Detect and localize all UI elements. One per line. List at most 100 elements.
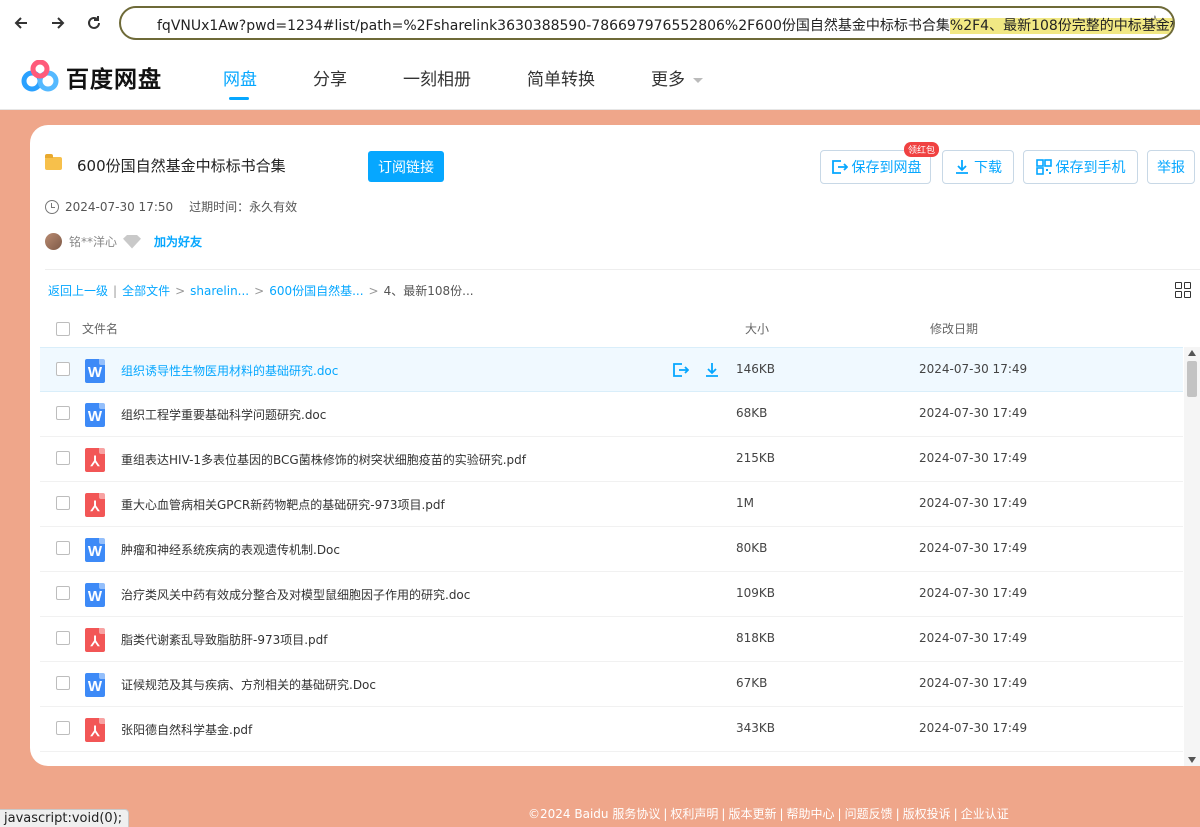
folder-icon (45, 154, 62, 170)
vip-icon (123, 234, 142, 249)
file-name[interactable]: 肿瘤和神经系统疾病的表观遗传机制.Doc (121, 541, 340, 558)
table-row[interactable]: ⅄ 重组表达HIV-1多表位基因的BCG菌株修饰的树突状细胞疫苗的实验研究.pdf… (40, 437, 1183, 482)
table-row[interactable]: ⅄ 重大心血管病相关GPCR新药物靶点的基础研究-973项目.pdf 1M 2024-… (40, 482, 1183, 527)
row-checkbox[interactable] (56, 631, 70, 645)
chevron-down-icon (693, 77, 703, 83)
nav-item-convert[interactable]: 简单转换 (527, 65, 595, 90)
footer-separator: | (837, 807, 842, 821)
download-button[interactable]: 下载 (942, 150, 1014, 184)
file-name[interactable]: 证候规范及其与疾病、方剂相关的基础研究.Doc (121, 676, 376, 693)
status-bar: javascript:void(0); (0, 809, 130, 827)
download-icon (956, 160, 968, 174)
pdf-file-icon: ⅄ (85, 493, 105, 517)
file-date: 2024-07-30 17:49 (919, 406, 1028, 420)
avatar[interactable] (45, 233, 62, 250)
scrollbar[interactable] (1184, 347, 1200, 766)
footer-separator: | (779, 807, 784, 821)
url-highlight: %2F4、最新108份完整的中标基金标书 (949, 18, 1173, 34)
address-bar[interactable]: fqVNUx1Aw?pwd=1234#list/path=%2Fsharelin… (119, 6, 1175, 40)
footer-link[interactable]: 帮助中心 (787, 807, 835, 821)
breadcrumb-all-files[interactable]: 全部文件 (122, 282, 170, 299)
row-checkbox[interactable] (56, 676, 70, 690)
footer-link[interactable]: 权利声明 (670, 807, 718, 821)
pdf-file-icon: ⅄ (85, 628, 105, 652)
table-row[interactable]: W 肿瘤和神经系统疾病的表观遗传机制.Doc 80KB 2024-07-30 17:4… (40, 527, 1183, 572)
file-name[interactable]: 脂类代谢紊乱导致脂肪肝-973项目.pdf (121, 631, 328, 648)
nav-item-more[interactable]: 更多 (651, 65, 703, 90)
column-header-date[interactable]: 修改日期 (930, 320, 978, 337)
file-name[interactable]: 治疗类风关中药有效成分整合及对模型鼠细胞因子作用的研究.doc (121, 586, 470, 603)
file-name[interactable]: 组织工程学重要基础科学问题研究.doc (121, 406, 326, 423)
star-icon[interactable]: ☆ (1147, 12, 1163, 33)
url-text[interactable]: fqVNUx1Aw?pwd=1234#list/path=%2Fsharelin… (157, 15, 1173, 35)
column-header-name[interactable]: 文件名 (82, 320, 118, 337)
row-save-icon[interactable] (669, 360, 691, 380)
file-name[interactable]: 组织诱导性生物医用材料的基础研究.doc (121, 362, 338, 379)
breadcrumb-item-collection[interactable]: 600份国自然基... (269, 282, 363, 299)
file-name[interactable]: 张阳德自然科学基金.pdf (121, 721, 252, 738)
add-friend-link[interactable]: 加为好友 (154, 233, 202, 250)
share-created: 2024-07-30 17:50 (65, 199, 174, 214)
nav-item-share[interactable]: 分享 (313, 65, 347, 90)
file-date: 2024-07-30 17:49 (919, 631, 1028, 645)
nav-item-album[interactable]: 一刻相册 (403, 65, 471, 90)
subscribe-button[interactable]: 订阅链接 (368, 151, 444, 182)
scroll-down-icon[interactable] (1188, 757, 1196, 763)
save-to-phone-button[interactable]: 保存到手机 (1023, 150, 1138, 184)
table-row[interactable]: W 组织工程学重要基础科学问题研究.doc 68KB 2024-07-30 17:49 (40, 392, 1183, 437)
select-all-checkbox[interactable] (56, 322, 70, 336)
file-size: 343KB (736, 721, 776, 735)
row-checkbox[interactable] (56, 362, 70, 376)
table-row[interactable]: W 治疗类风关中药有效成分整合及对模型鼠细胞因子作用的研究.doc 109KB 202… (40, 572, 1183, 617)
sharer-info: 铭**洋心 加为好友 (45, 233, 202, 250)
footer-copyright: ©2024 Baidu (528, 807, 609, 821)
scroll-thumb[interactable] (1187, 361, 1197, 397)
forward-icon[interactable] (45, 10, 71, 36)
grid-view-icon[interactable] (1175, 282, 1191, 298)
sharer-name: 铭**洋心 (69, 235, 118, 249)
share-meta: 2024-07-30 17:50 过期时间：永久有效 (45, 198, 297, 215)
file-name[interactable]: 重组表达HIV-1多表位基因的BCG菌株修饰的树突状细胞疫苗的实验研究.pdf (121, 451, 526, 468)
word-file-icon: W (85, 538, 105, 562)
row-checkbox[interactable] (56, 721, 70, 735)
back-icon[interactable] (8, 10, 34, 36)
breadcrumb-arrow: > (368, 283, 379, 298)
footer-separator: | (953, 807, 958, 821)
file-date: 2024-07-30 17:49 (919, 496, 1028, 510)
baidu-pan-logo[interactable]: 百度网盘 (20, 60, 162, 94)
table-row[interactable]: ⅄ 张阳德自然科学基金.pdf 343KB 2024-07-30 17:49 (40, 707, 1183, 752)
footer-separator: | (895, 807, 900, 821)
footer-link[interactable]: 问题反馈 (845, 807, 893, 821)
file-size: 818KB (736, 631, 776, 645)
row-checkbox[interactable] (56, 586, 70, 600)
table-row[interactable]: W 组织诱导性生物医用材料的基础研究.doc 146KB 2024-07-30 17:… (40, 347, 1183, 392)
footer-separator: | (663, 807, 668, 821)
file-date: 2024-07-30 17:49 (919, 362, 1028, 376)
file-name[interactable]: 重大心血管病相关GPCR新药物靶点的基础研究-973项目.pdf (121, 496, 445, 513)
footer-link[interactable]: 版本更新 (728, 807, 776, 821)
nav-item-pan[interactable]: 网盘 (223, 65, 257, 100)
file-list: W 组织诱导性生物医用材料的基础研究.doc 146KB 2024-07-30 17:… (40, 347, 1183, 752)
scroll-up-icon[interactable] (1188, 350, 1196, 356)
footer-separator: | (721, 807, 726, 821)
divider (45, 269, 1200, 270)
breadcrumb-back[interactable]: 返回上一级 (48, 282, 108, 299)
footer-link[interactable]: 版权投诉 (903, 807, 951, 821)
row-download-icon[interactable] (701, 360, 723, 380)
row-checkbox[interactable] (56, 541, 70, 555)
table-row[interactable]: W 证候规范及其与疾病、方剂相关的基础研究.Doc 67KB 2024-07-30 1… (40, 662, 1183, 707)
row-checkbox[interactable] (56, 496, 70, 510)
breadcrumb-item-sharelink[interactable]: sharelin... (190, 284, 249, 298)
row-checkbox[interactable] (56, 451, 70, 465)
file-date: 2024-07-30 17:49 (919, 586, 1028, 600)
footer-link[interactable]: 企业认证 (961, 807, 1009, 821)
breadcrumb-separator: | (113, 283, 118, 298)
page-footer: ©2024 Baidu 服务协议 | 权利声明 | 版本更新 | 帮助中心 | 问题反馈 | 版权投… (528, 805, 1009, 822)
report-button[interactable]: 举报 (1147, 150, 1195, 184)
table-row[interactable]: ⅄ 脂类代谢紊乱导致脂肪肝-973项目.pdf 818KB 2024-07-30 17… (40, 617, 1183, 662)
column-header-size[interactable]: 大小 (745, 320, 769, 337)
footer-link[interactable]: 服务协议 (612, 807, 660, 821)
breadcrumb-arrow: > (175, 283, 186, 298)
row-checkbox[interactable] (56, 406, 70, 420)
reload-icon[interactable] (81, 10, 107, 36)
